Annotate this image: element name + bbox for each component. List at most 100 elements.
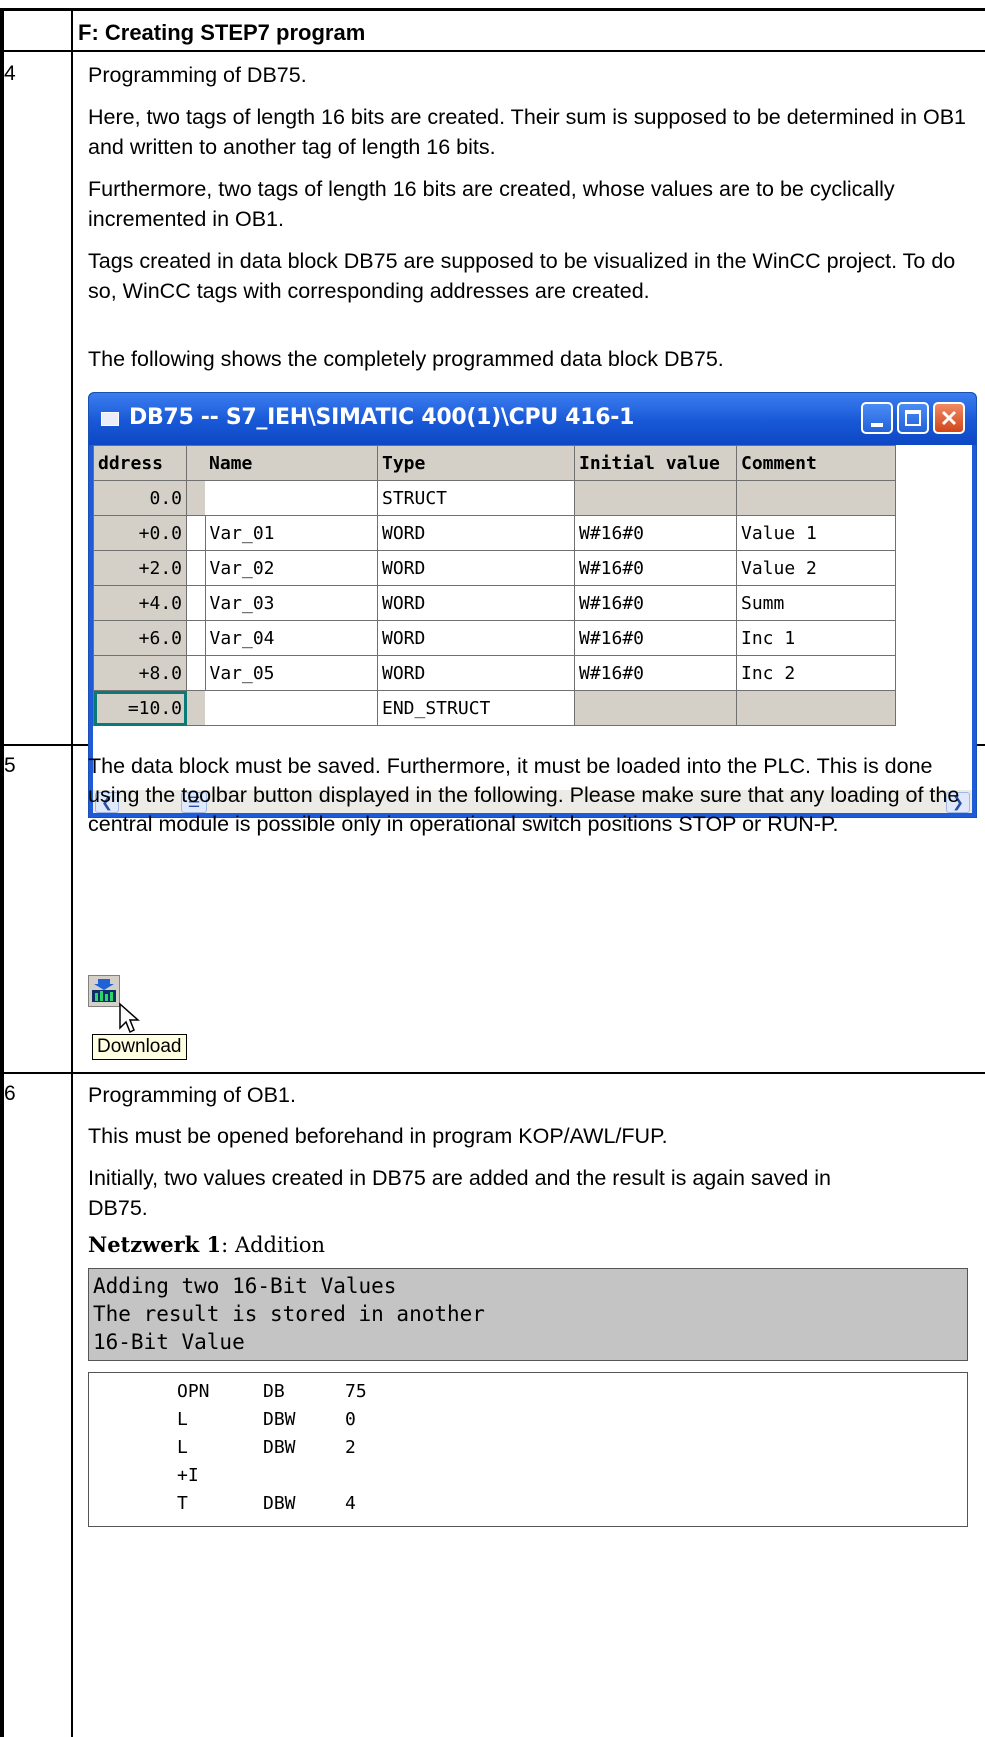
step-text: Furthermore, two tags of length 16 bits …: [88, 177, 895, 231]
address-cell[interactable]: +0.0: [93, 515, 187, 551]
table-row[interactable]: +6.0 Var_04 WORD W#16#0 Inc 1: [93, 620, 896, 656]
row-divider: [0, 1072, 985, 1074]
instruction: L: [177, 1409, 188, 1430]
column-header: [186, 445, 205, 481]
table-row[interactable]: +2.0 Var_02 WORD W#16#0 Value 2: [93, 550, 896, 586]
table-row[interactable]: 0.0 STRUCT: [93, 480, 896, 516]
download-tooltip: Download: [92, 1034, 187, 1060]
operand-value: 4: [345, 1493, 356, 1514]
table-top-border: [0, 8, 985, 11]
network-separator: :: [221, 1233, 229, 1257]
type-cell[interactable]: END_STRUCT: [377, 690, 575, 726]
comment-line: 16-Bit Value: [93, 1330, 245, 1354]
close-icon: [941, 410, 957, 426]
table-row[interactable]: +8.0 Var_05 WORD W#16#0 Inc 2: [93, 655, 896, 691]
column-header[interactable]: ddress: [93, 445, 187, 481]
name-cell[interactable]: Var_02: [204, 550, 378, 586]
operand-area: DBW: [263, 1437, 296, 1458]
name-cell[interactable]: [205, 480, 378, 516]
step-text: Here, two tags of length 16 bits are cre…: [88, 105, 967, 159]
address-cell[interactable]: +6.0: [93, 620, 187, 656]
type-cell[interactable]: WORD: [377, 655, 575, 691]
comment-cell[interactable]: Value 2: [736, 550, 896, 586]
indent-cell[interactable]: [186, 515, 205, 551]
operand-area: DBW: [263, 1493, 296, 1514]
step-text: Initially, two values created in DB75 ar…: [88, 1166, 831, 1220]
table-header-row: ddress Name Type Initial value Comment: [93, 445, 896, 481]
step-text: This must be opened beforehand in progra…: [88, 1124, 668, 1148]
comment-cell[interactable]: [736, 480, 896, 516]
address-cell[interactable]: +8.0: [93, 655, 187, 691]
table-row[interactable]: =10.0 END_STRUCT: [93, 690, 896, 726]
section-title: F: Creating STEP7 program: [78, 20, 366, 45]
comment-line: The result is stored in another: [93, 1302, 485, 1326]
column-header[interactable]: Comment: [736, 445, 896, 481]
column-header[interactable]: Initial value: [574, 445, 737, 481]
document-page: F: Creating STEP7 program 4 Programming …: [0, 0, 985, 1737]
initial-value-cell[interactable]: [574, 480, 737, 516]
column-header[interactable]: Name: [205, 445, 378, 481]
close-button[interactable]: [933, 402, 965, 434]
instruction: T: [177, 1493, 188, 1514]
step-text: Programming of OB1.: [88, 1083, 296, 1107]
operand-value: 0: [345, 1409, 356, 1430]
indent-cell[interactable]: [186, 480, 205, 516]
address-cell[interactable]: 0.0: [93, 480, 187, 516]
table-row[interactable]: +0.0 Var_01 WORD W#16#0 Value 1: [93, 515, 896, 551]
operand-value: 2: [345, 1437, 356, 1458]
operand-area: DBW: [263, 1409, 296, 1430]
type-cell[interactable]: WORD: [377, 515, 575, 551]
initial-value-cell[interactable]: W#16#0: [574, 515, 737, 551]
comment-cell[interactable]: Summ: [736, 585, 896, 621]
instruction: OPN: [177, 1381, 210, 1402]
comment-cell[interactable]: Value 1: [736, 515, 896, 551]
download-button[interactable]: [88, 975, 120, 1007]
initial-value-cell[interactable]: W#16#0: [574, 550, 737, 586]
initial-value-cell[interactable]: W#16#0: [574, 585, 737, 621]
name-cell[interactable]: [205, 690, 378, 726]
type-cell[interactable]: WORD: [377, 550, 575, 586]
indent-cell[interactable]: [186, 550, 205, 586]
step-text: The data block must be saved. Furthermor…: [88, 754, 960, 836]
step-text: The following shows the completely progr…: [88, 347, 724, 371]
step-text: Tags created in data block DB75 are supp…: [88, 249, 956, 303]
step-number: 6: [4, 1082, 16, 1105]
column-header[interactable]: Type: [377, 445, 575, 481]
comment-line: Adding two 16-Bit Values: [93, 1274, 397, 1298]
network-comment[interactable]: Adding two 16-Bit Values The result is s…: [88, 1268, 968, 1361]
instruction: +I: [177, 1465, 199, 1486]
stl-code-editor[interactable]: OPN DB 75 L DBW 0 L DBW 2 +I T DBW 4: [88, 1372, 968, 1527]
network-name: Addition: [234, 1233, 326, 1257]
name-cell[interactable]: Var_01: [204, 515, 378, 551]
download-icon: [92, 979, 116, 1002]
type-cell[interactable]: WORD: [377, 585, 575, 621]
indent-cell[interactable]: [186, 690, 205, 726]
maximize-button[interactable]: [897, 402, 929, 434]
comment-cell[interactable]: Inc 2: [736, 655, 896, 691]
step-number: 5: [4, 754, 16, 777]
address-cell[interactable]: +2.0: [93, 550, 187, 586]
name-cell[interactable]: Var_05: [204, 655, 378, 691]
minimize-button[interactable]: [861, 402, 893, 434]
address-cell[interactable]: +4.0: [93, 585, 187, 621]
comment-cell[interactable]: Inc 1: [736, 620, 896, 656]
indent-cell[interactable]: [186, 655, 205, 691]
comment-cell[interactable]: [736, 690, 896, 726]
initial-value-cell[interactable]: W#16#0: [574, 655, 737, 691]
operand-area: DB: [263, 1381, 285, 1402]
table-left-border: [0, 8, 4, 1737]
window-titlebar[interactable]: DB75 -- S7_IEH\SIMATIC 400(1)\CPU 416-1: [89, 393, 976, 445]
network-header: Netzwerk 1: Addition: [88, 1232, 325, 1257]
type-cell[interactable]: STRUCT: [377, 480, 575, 516]
step-number: 4: [4, 62, 16, 85]
indent-cell[interactable]: [186, 620, 205, 656]
column-divider: [71, 8, 73, 1737]
name-cell[interactable]: Var_03: [204, 585, 378, 621]
initial-value-cell[interactable]: [574, 690, 737, 726]
type-cell[interactable]: WORD: [377, 620, 575, 656]
address-cell[interactable]: =10.0: [93, 690, 187, 726]
name-cell[interactable]: Var_04: [204, 620, 378, 656]
initial-value-cell[interactable]: W#16#0: [574, 620, 737, 656]
table-row[interactable]: +4.0 Var_03 WORD W#16#0 Summ: [93, 585, 896, 621]
indent-cell[interactable]: [186, 585, 205, 621]
